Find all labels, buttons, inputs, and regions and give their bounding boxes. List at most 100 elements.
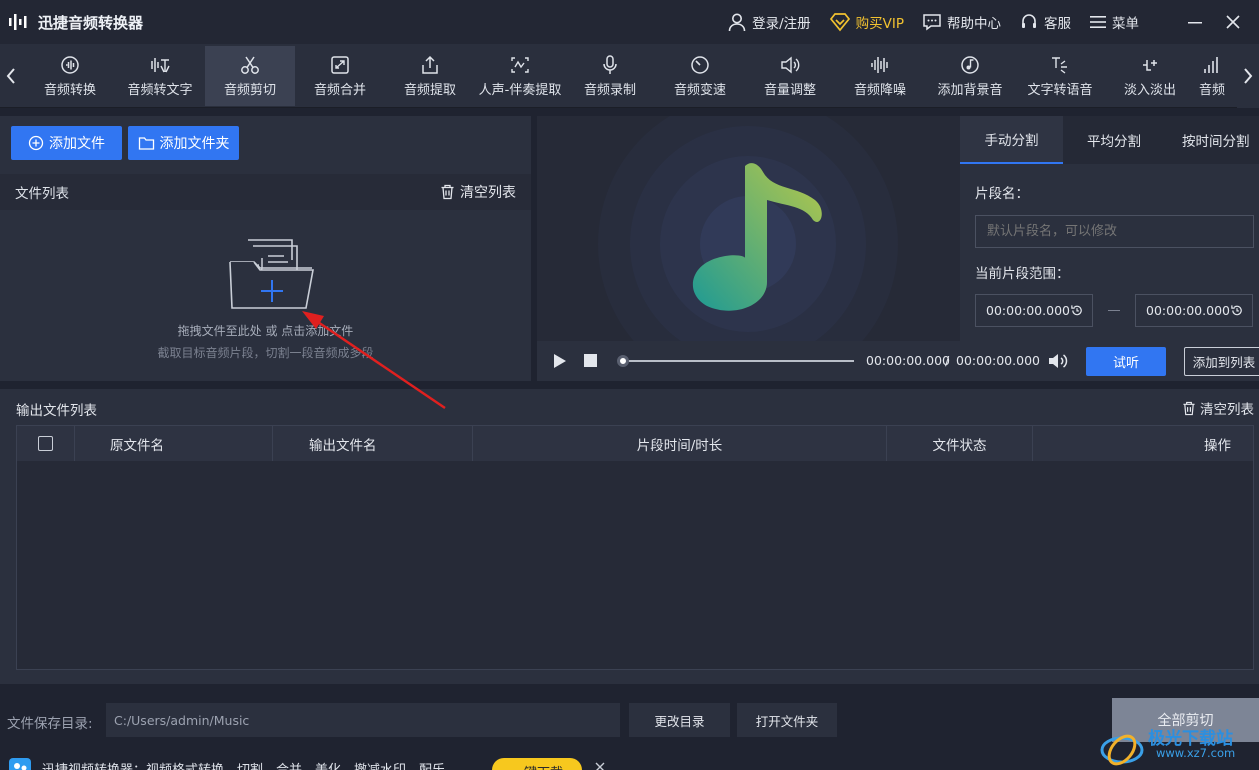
output-table: 原文件名 输出文件名 片段时间/时长 文件状态 操作 xyxy=(16,425,1254,670)
add-file-label: 添加文件 xyxy=(49,136,105,152)
audio-bars-icon xyxy=(1204,56,1218,73)
progress-track[interactable] xyxy=(622,360,854,362)
reset-icon[interactable] xyxy=(1230,303,1244,318)
save-dir-label: 文件保存目录: xyxy=(7,716,93,732)
tool-label: 文字转语音 xyxy=(1027,82,1093,98)
tool-label: 音频录制 xyxy=(583,82,636,98)
help-center-label: 帮助中心 xyxy=(947,16,1001,32)
customer-service-button[interactable]: 客服 xyxy=(1019,12,1071,32)
tool-audio-convert[interactable]: 音频转换 xyxy=(25,46,115,106)
segment-end-input[interactable]: 00:00:00.000 xyxy=(1135,294,1253,327)
menu-label: 菜单 xyxy=(1112,16,1139,32)
denoise-icon xyxy=(871,56,888,73)
tool-label: 音量调整 xyxy=(763,82,816,98)
minimize-button[interactable] xyxy=(1187,14,1207,30)
customer-service-label: 客服 xyxy=(1044,16,1071,32)
tab-manual-split[interactable]: 手动分割 xyxy=(960,116,1063,164)
site-watermark: 极光下载站 www.xz7.com xyxy=(1098,720,1256,770)
login-button[interactable]: 登录/注册 xyxy=(727,12,811,32)
tool-audio-more[interactable]: 音频 xyxy=(1195,46,1229,106)
segment-name-input[interactable] xyxy=(975,215,1254,248)
play-icon[interactable] xyxy=(553,353,567,369)
progress-handle[interactable] xyxy=(617,355,629,367)
tool-add-background-music[interactable]: 添加背景音 xyxy=(925,46,1015,106)
tool-vocal-extract[interactable]: 人声-伴奏提取 xyxy=(475,46,565,106)
login-label: 登录/注册 xyxy=(752,16,811,32)
tool-label: 淡入淡出 xyxy=(1123,82,1176,98)
tab-average-split[interactable]: 平均分割 xyxy=(1063,116,1165,164)
add-folder-button[interactable]: 添加文件夹 xyxy=(128,126,239,160)
watermark-site: www.xz7.com xyxy=(1156,746,1236,760)
watermark-logo-icon xyxy=(1100,734,1144,766)
buy-vip-label: 购买VIP xyxy=(855,16,904,32)
microphone-icon xyxy=(603,54,617,74)
minimize-icon xyxy=(1188,22,1202,24)
tool-volume-adjust[interactable]: 音量调整 xyxy=(745,46,835,106)
promo-download-button[interactable]: 一键下载 xyxy=(492,758,582,770)
time-separator: / xyxy=(945,353,950,368)
listen-button[interactable]: 试听 xyxy=(1086,347,1166,376)
tool-audio-extract[interactable]: 音频提取 xyxy=(385,46,475,106)
clear-file-list-button[interactable]: 清空列表 xyxy=(440,182,516,202)
tab-time-split[interactable]: 按时间分割 xyxy=(1165,116,1259,164)
menu-button[interactable]: 菜单 xyxy=(1089,12,1139,32)
tool-audio-to-text[interactable]: 音频转文字 xyxy=(115,46,205,106)
select-all-checkbox[interactable] xyxy=(38,436,53,451)
tool-fade-in-out[interactable]: 淡入淡出 xyxy=(1105,46,1195,106)
close-button[interactable] xyxy=(1225,14,1245,30)
tool-audio-cut[interactable]: 音频剪切 xyxy=(205,46,295,106)
annotation-arrow xyxy=(302,311,446,409)
headset-icon xyxy=(1022,14,1036,28)
app-logo-icon xyxy=(6,8,34,36)
tool-audio-merge[interactable]: 音频合并 xyxy=(295,46,385,106)
player-controls: 00:00:00.000 / 00:00:00.000 试听 添加到列表 xyxy=(537,341,1259,381)
promo-close-icon[interactable] xyxy=(594,761,606,770)
range-dash xyxy=(1108,310,1120,311)
segment-start-value: 00:00:00.000 xyxy=(986,303,1070,318)
help-center-button[interactable]: 帮助中心 xyxy=(922,12,1001,32)
file-list-header: 文件列表 清空列表 xyxy=(0,174,531,210)
tool-label: 添加背景音 xyxy=(937,82,1003,98)
stop-icon[interactable] xyxy=(584,354,597,367)
folder-icon xyxy=(138,136,154,150)
tool-audio-speed[interactable]: 音频变速 xyxy=(655,46,745,106)
col-segment-time: 片段时间/时长 xyxy=(473,426,887,461)
add-file-button[interactable]: 添加文件 xyxy=(11,126,122,160)
chevron-right-icon xyxy=(1244,68,1253,84)
change-dir-button[interactable]: 更改目录 xyxy=(629,703,730,737)
segment-start-input[interactable]: 00:00:00.000 xyxy=(975,294,1093,327)
save-dir-field[interactable]: C:/Users/admin/Music xyxy=(106,703,620,737)
toolbar-prev-button[interactable] xyxy=(0,44,22,108)
merge-icon xyxy=(331,55,349,74)
buy-vip-button[interactable]: 购买VIP xyxy=(829,12,904,32)
plus-circle-icon xyxy=(28,135,44,151)
chevron-left-icon xyxy=(6,68,15,84)
tool-label: 音频合并 xyxy=(313,82,366,98)
clear-file-list-label: 清空列表 xyxy=(460,185,516,201)
audio-convert-icon xyxy=(61,55,79,74)
add-to-list-button[interactable]: 添加到列表 xyxy=(1184,347,1259,376)
vip-diamond-icon xyxy=(829,13,850,32)
col-file-status: 文件状态 xyxy=(887,426,1033,461)
tool-audio-denoise[interactable]: 音频降噪 xyxy=(835,46,925,106)
function-toolbar: 音频转换 音频转文字 音频剪切 音频合并 音频提取 人声-伴奏提取 音频录制 音… xyxy=(0,44,1259,108)
background-music-icon xyxy=(961,55,979,74)
tool-audio-record[interactable]: 音频录制 xyxy=(565,46,655,106)
clear-output-list-label: 清空列表 xyxy=(1200,402,1254,418)
volume-icon[interactable] xyxy=(1047,352,1069,370)
toolbar-next-button[interactable] xyxy=(1237,44,1259,108)
split-panel: 手动分割 平均分割 按时间分割 片段名： 当前片段范围： 00:00:00.00… xyxy=(960,116,1259,341)
speed-icon xyxy=(691,55,709,74)
scissors-icon xyxy=(241,56,259,74)
tool-label: 音频变速 xyxy=(673,82,726,98)
segment-range-label: 当前片段范围： xyxy=(975,266,1070,282)
tool-label: 音频剪切 xyxy=(223,82,276,98)
col-output-name: 输出文件名 xyxy=(273,426,473,461)
clear-output-list-button[interactable]: 清空列表 xyxy=(1182,398,1254,418)
open-folder-button[interactable]: 打开文件夹 xyxy=(737,703,837,737)
title-bar: 迅捷音频转换器 登录/注册 购买VIP 帮助中心 客服 菜单 xyxy=(0,0,1259,44)
reset-icon[interactable] xyxy=(1070,303,1084,318)
trash-icon xyxy=(1183,401,1195,415)
tool-text-to-speech[interactable]: 文字转语音 xyxy=(1015,46,1105,106)
segment-end-value: 00:00:00.000 xyxy=(1146,303,1230,318)
